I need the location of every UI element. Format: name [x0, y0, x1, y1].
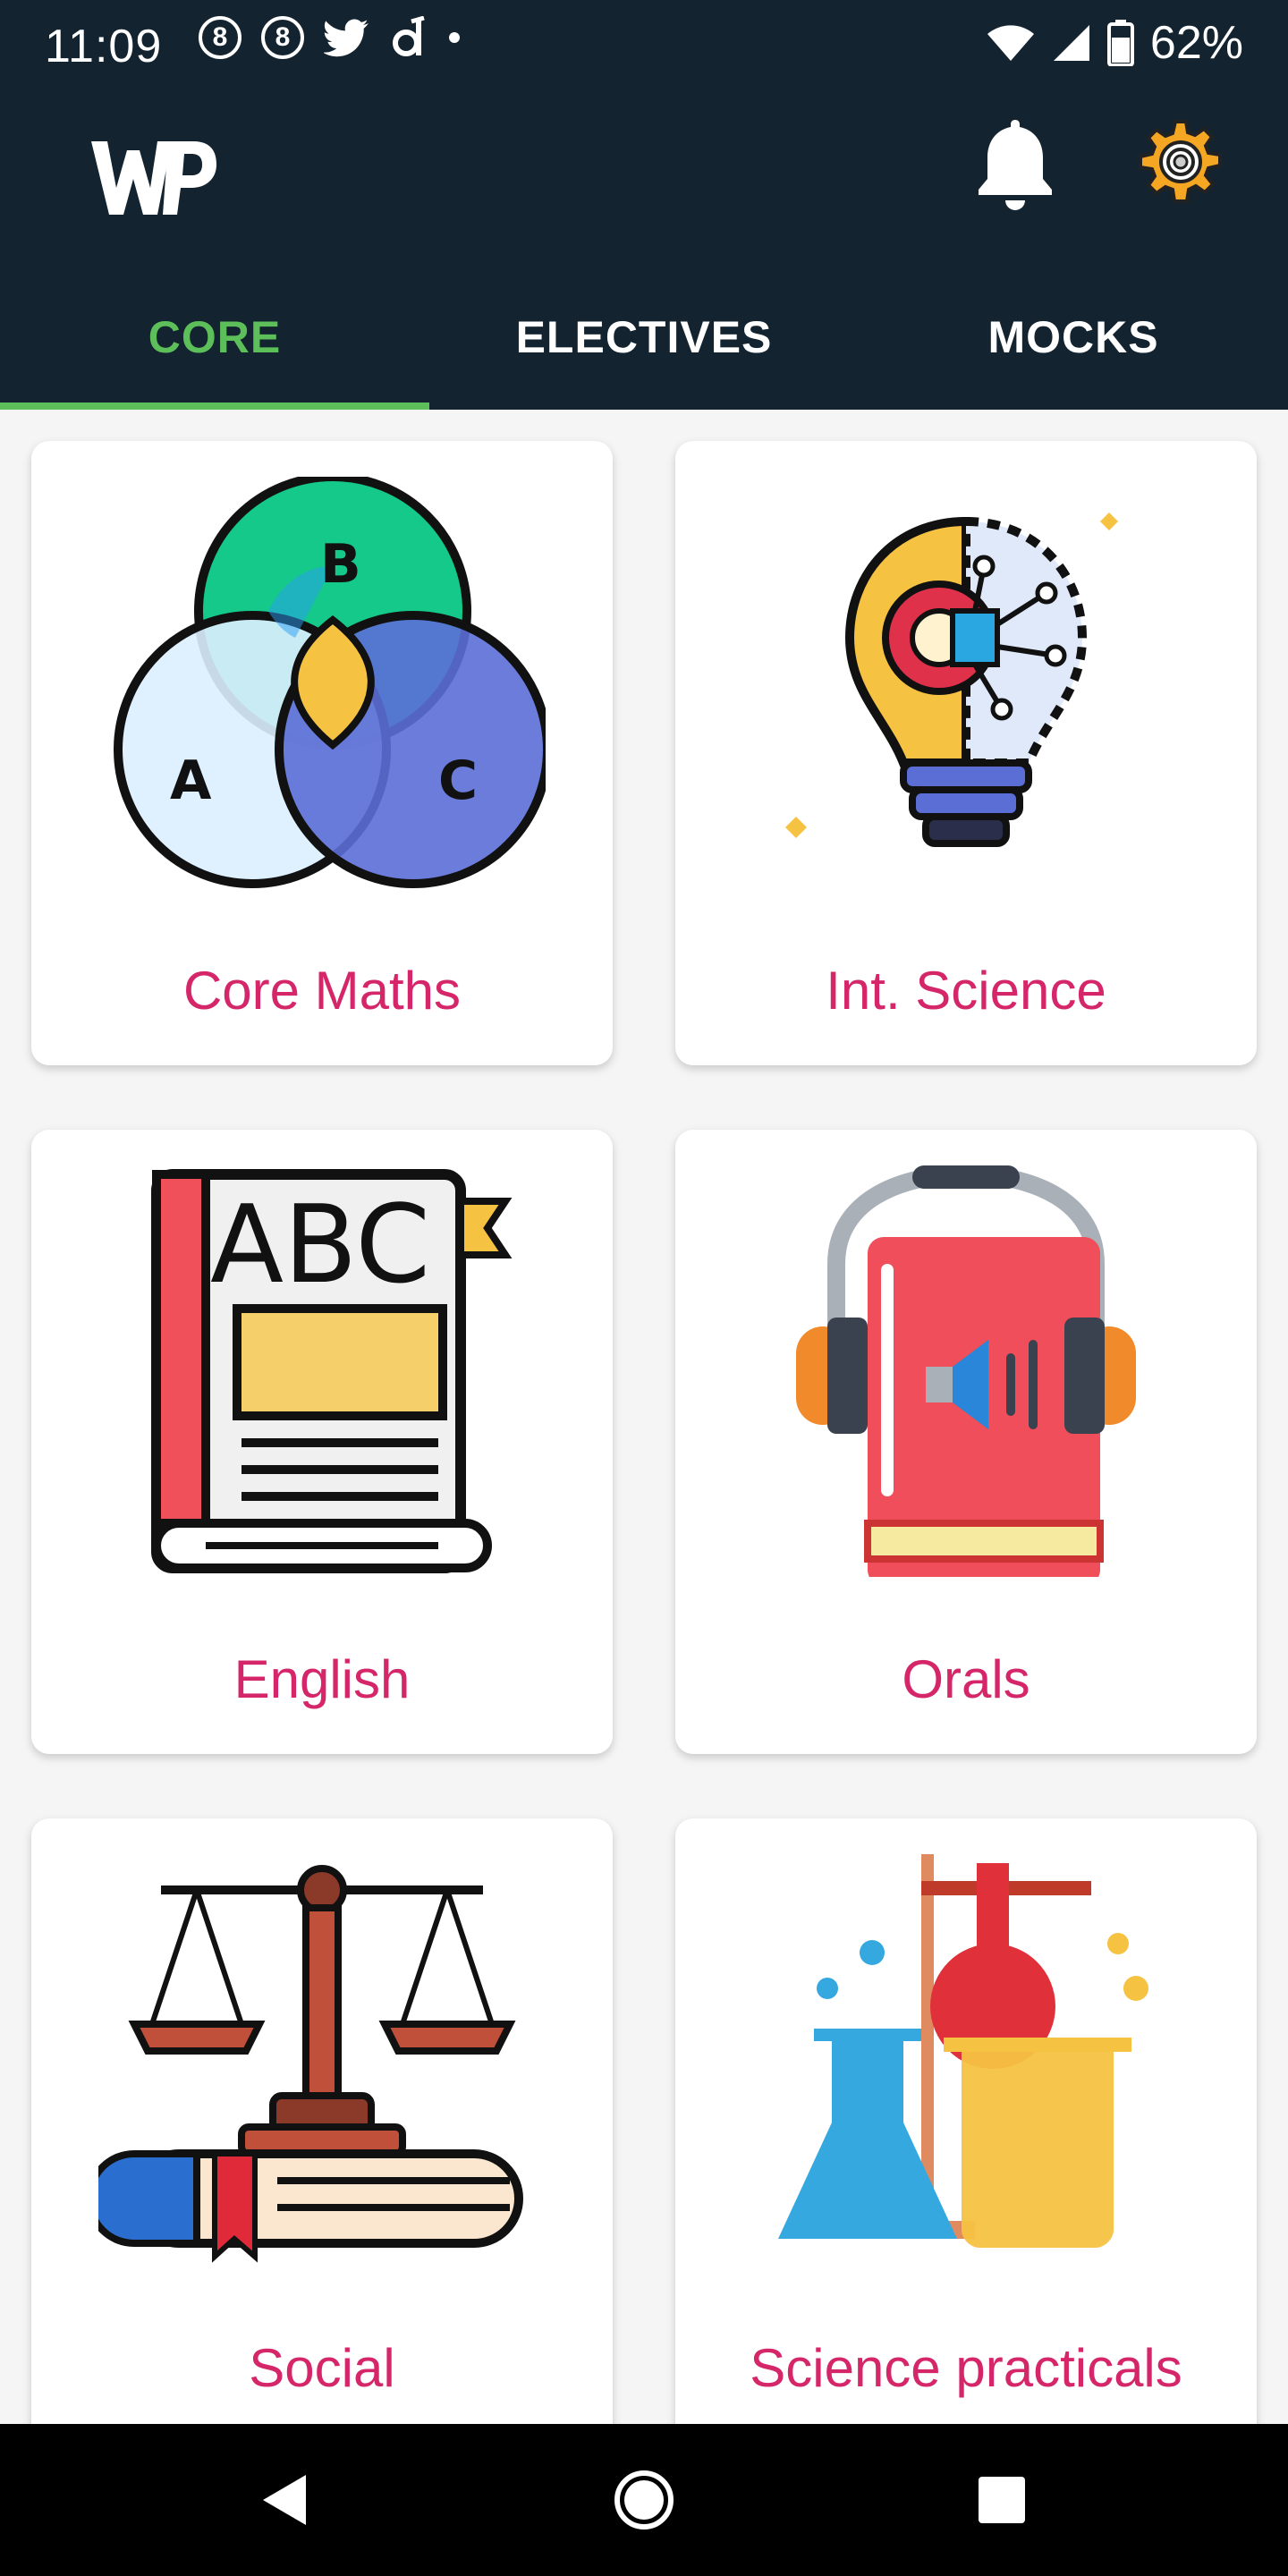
venn-diagram-icon: B A C [114, 477, 546, 888]
gear-icon[interactable] [1136, 118, 1225, 208]
svg-text:B: B [320, 533, 361, 596]
subject-card-science-practicals[interactable]: Science practicals [675, 1818, 1257, 2424]
tab-electives[interactable]: ELECTIVES [429, 286, 859, 410]
circle-8-icon: 8 [199, 16, 242, 59]
subject-card-int-science[interactable]: Int. Science [675, 441, 1257, 1065]
cell-signal-icon [1053, 25, 1089, 61]
system-nav-bar [0, 2424, 1288, 2576]
subject-label: Social [249, 2338, 395, 2398]
subject-card-english[interactable]: ABC English [31, 1130, 613, 1754]
tab-electives-label: ELECTIVES [515, 312, 773, 362]
notification-icons: 8 8 [199, 16, 463, 59]
lab-flasks-icon [778, 1854, 1148, 2248]
subject-label: English [233, 1649, 411, 1709]
subject-card-core-maths[interactable]: B A C Core Maths [31, 441, 613, 1065]
subject-label: Core Maths [182, 961, 462, 1021]
home-icon[interactable] [608, 2464, 680, 2536]
bell-icon[interactable] [975, 114, 1055, 213]
subject-card-orals[interactable]: Orals [675, 1130, 1257, 1754]
battery-percent: 62% [1149, 17, 1243, 69]
svg-text:ABC: ABC [210, 1183, 430, 1308]
circle-8-icon: 8 [261, 16, 304, 59]
lightbulb-gear-icon [785, 513, 1118, 847]
subject-label: Int. Science [826, 961, 1106, 1021]
battery-icon [1106, 20, 1134, 66]
app-logo [86, 132, 220, 218]
wp-logo-icon [91, 141, 216, 215]
tab-mocks-label: MOCKS [987, 312, 1159, 362]
subject-label: Science practicals [750, 2338, 1182, 2398]
subject-label: Orals [902, 1649, 1030, 1709]
twitter-icon [324, 19, 369, 57]
d-app-icon [393, 16, 425, 56]
recents-icon[interactable] [966, 2464, 1038, 2536]
app-header: 11:09 8 8 62% CORE ELECTIVES MOCKS [0, 0, 1288, 410]
status-time: 11:09 [45, 21, 163, 72]
svg-text:C: C [438, 750, 478, 812]
status-bar: 11:09 8 8 62% [0, 0, 1288, 89]
abc-book-icon: ABC [151, 1169, 513, 1573]
scales-of-justice-icon [98, 1865, 523, 2263]
status-right: 62% [986, 16, 1243, 70]
back-icon[interactable] [250, 2464, 322, 2536]
tab-bar: CORE ELECTIVES MOCKS [0, 286, 1288, 410]
dot-icon [449, 32, 460, 43]
svg-text:A: A [170, 750, 212, 812]
tab-core[interactable]: CORE [0, 286, 429, 410]
wifi-icon [987, 25, 1034, 61]
tab-mocks[interactable]: MOCKS [859, 286, 1288, 410]
audio-book-headphones-icon [796, 1165, 1136, 1577]
subject-grid: B A C Core Maths Int. Science ABC Englis… [0, 410, 1288, 2424]
tab-core-label: CORE [148, 312, 282, 362]
subject-card-social[interactable]: Social [31, 1818, 613, 2424]
